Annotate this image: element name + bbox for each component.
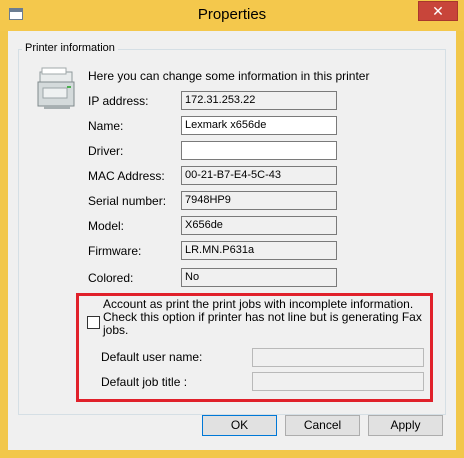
default-user-label: Default user name: [101,350,203,364]
driver-label: Driver: [88,144,124,158]
intro-text: Here you can change some information in … [88,69,370,83]
default-user-input[interactable] [252,348,424,367]
ip-address-field: 172.31.253.22 [181,91,337,110]
apply-button[interactable]: Apply [368,415,443,436]
properties-window: Properties ✕ Printer information Here yo… [0,0,464,458]
cancel-button[interactable]: Cancel [285,415,360,436]
model-label: Model: [88,219,125,233]
firmware-label: Firmware: [88,244,142,258]
mac-address-field: 00-21-B7-E4-5C-43 [181,166,337,185]
default-job-title-label: Default job title : [101,375,188,389]
colored-label: Colored: [88,271,134,285]
name-input[interactable]: Lexmark x656de [181,116,337,135]
group-title: Printer information [22,42,118,54]
ok-button[interactable]: OK [202,415,277,436]
account-incomplete-checkbox[interactable] [87,316,100,329]
serial-number-field: 7948HP9 [181,191,337,210]
title-bar[interactable]: Properties ✕ [0,0,464,31]
account-option-text: Account as print the print jobs with inc… [103,298,423,337]
dialog-body: Printer information Here you can change … [8,31,456,450]
window-title: Properties [197,6,267,23]
default-job-title-input[interactable] [252,372,424,391]
model-field: X656de [181,216,337,235]
ip-address-label: IP address: [88,94,149,108]
mac-address-label: MAC Address: [88,169,165,183]
colored-field: No [181,268,337,287]
driver-input[interactable] [181,141,337,160]
firmware-field: LR.MN.P631a [181,241,337,260]
account-option-line2: Check this option if printer has not lin… [103,310,422,337]
close-button[interactable]: ✕ [418,1,458,21]
serial-number-label: Serial number: [88,194,167,208]
printer-icon [37,67,75,109]
name-label: Name: [88,119,124,133]
